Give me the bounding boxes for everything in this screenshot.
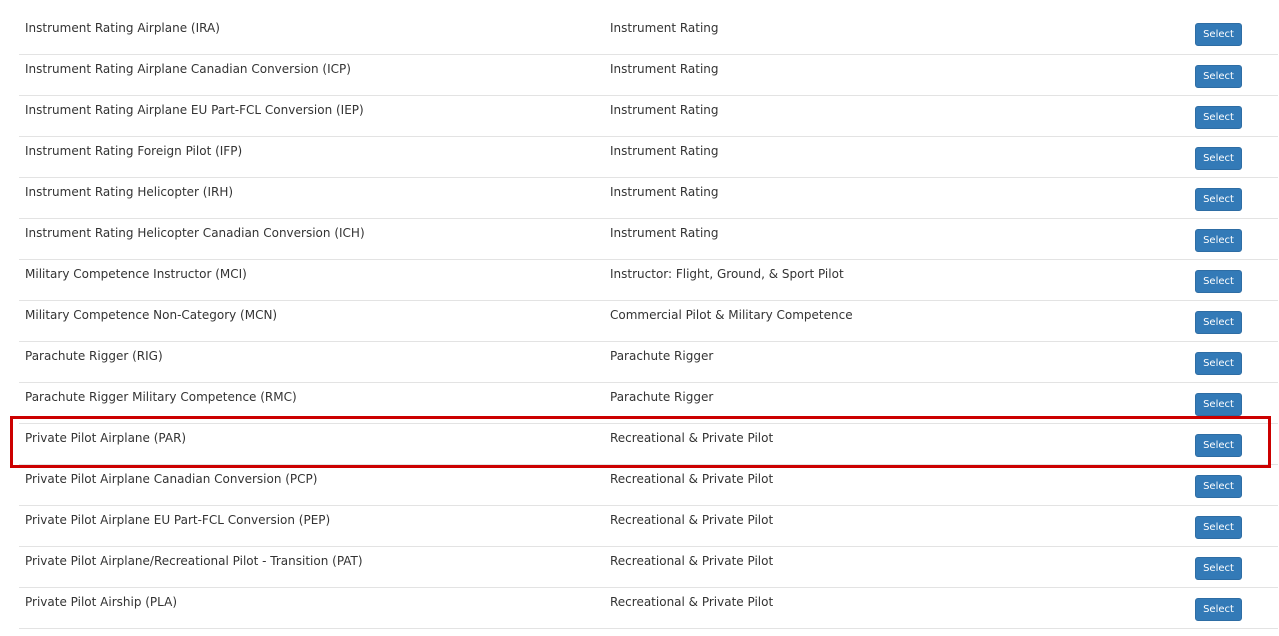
test-name: Private Pilot Airship (PLA) <box>25 595 178 609</box>
test-category: Commercial Pilot & Military Competence <box>610 308 853 322</box>
test-name: Private Pilot Airplane EU Part-FCL Conve… <box>25 513 331 527</box>
table-row: Parachute Rigger (RIG) Parachute Rigger … <box>19 342 1278 383</box>
select-button[interactable]: Select <box>1195 557 1242 580</box>
test-name: Instrument Rating Foreign Pilot (IFP) <box>25 144 243 158</box>
table-row: Instrument Rating Airplane Canadian Conv… <box>19 55 1278 96</box>
test-category: Recreational & Private Pilot <box>610 554 774 568</box>
table-row: Instrument Rating Airplane EU Part-FCL C… <box>19 96 1278 137</box>
test-name: Military Competence Non-Category (MCN) <box>25 308 278 322</box>
test-category: Instrument Rating <box>610 21 719 35</box>
test-name: Instrument Rating Helicopter Canadian Co… <box>25 226 365 240</box>
test-name: Private Pilot Airplane (PAR) <box>25 431 187 445</box>
test-category: Instrument Rating <box>610 144 719 158</box>
test-category: Instrument Rating <box>610 103 719 117</box>
test-name: Instrument Rating Helicopter (IRH) <box>25 185 234 199</box>
table-row-highlighted: Private Pilot Airplane (PAR) Recreationa… <box>19 424 1278 465</box>
table-row: Parachute Rigger Military Competence (RM… <box>19 383 1278 424</box>
test-name: Private Pilot Airplane Canadian Conversi… <box>25 472 318 486</box>
test-name: Instrument Rating Airplane (IRA) <box>25 21 220 35</box>
test-name: Instrument Rating Airplane Canadian Conv… <box>25 62 351 76</box>
select-button[interactable]: Select <box>1195 188 1242 211</box>
select-button[interactable]: Select <box>1195 65 1242 88</box>
table-row: Military Competence Non-Category (MCN) C… <box>19 301 1278 342</box>
table-row: Instrument Rating Airplane (IRA) Instrum… <box>19 0 1278 55</box>
test-category: Recreational & Private Pilot <box>610 513 774 527</box>
test-selection-table: Instrument Rating Airplane (IRA) Instrum… <box>19 0 1278 629</box>
test-category: Recreational & Private Pilot <box>610 595 774 609</box>
test-name: Private Pilot Airplane/Recreational Pilo… <box>25 554 363 568</box>
select-button[interactable]: Select <box>1195 598 1242 621</box>
table-row: Instrument Rating Foreign Pilot (IFP) In… <box>19 137 1278 178</box>
select-button[interactable]: Select <box>1195 475 1242 498</box>
test-category: Instrument Rating <box>610 226 719 240</box>
test-category: Parachute Rigger <box>610 349 714 363</box>
table-row: Private Pilot Airplane/Recreational Pilo… <box>19 547 1278 588</box>
test-name: Military Competence Instructor (MCI) <box>25 267 247 281</box>
table-row: Military Competence Instructor (MCI) Ins… <box>19 260 1278 301</box>
table-row: Instrument Rating Helicopter (IRH) Instr… <box>19 178 1278 219</box>
select-button[interactable]: Select <box>1195 516 1242 539</box>
select-button[interactable]: Select <box>1195 393 1242 416</box>
select-button[interactable]: Select <box>1195 352 1242 375</box>
select-button[interactable]: Select <box>1195 106 1242 129</box>
table-row: Private Pilot Airplane Canadian Conversi… <box>19 465 1278 506</box>
test-name: Parachute Rigger Military Competence (RM… <box>25 390 297 404</box>
test-category: Parachute Rigger <box>610 390 714 404</box>
test-category: Recreational & Private Pilot <box>610 472 774 486</box>
test-category: Instructor: Flight, Ground, & Sport Pilo… <box>610 267 844 281</box>
table-row: Private Pilot Airship (PLA) Recreational… <box>19 588 1278 629</box>
test-name: Instrument Rating Airplane EU Part-FCL C… <box>25 103 364 117</box>
select-button[interactable]: Select <box>1195 147 1242 170</box>
test-category: Instrument Rating <box>610 62 719 76</box>
select-button[interactable]: Select <box>1195 23 1242 46</box>
select-button[interactable]: Select <box>1195 434 1242 457</box>
select-button[interactable]: Select <box>1195 270 1242 293</box>
select-button[interactable]: Select <box>1195 229 1242 252</box>
test-category: Recreational & Private Pilot <box>610 431 774 445</box>
select-button[interactable]: Select <box>1195 311 1242 334</box>
table-row: Instrument Rating Helicopter Canadian Co… <box>19 219 1278 260</box>
test-name: Parachute Rigger (RIG) <box>25 349 163 363</box>
table-row: Private Pilot Airplane EU Part-FCL Conve… <box>19 506 1278 547</box>
test-category: Instrument Rating <box>610 185 719 199</box>
